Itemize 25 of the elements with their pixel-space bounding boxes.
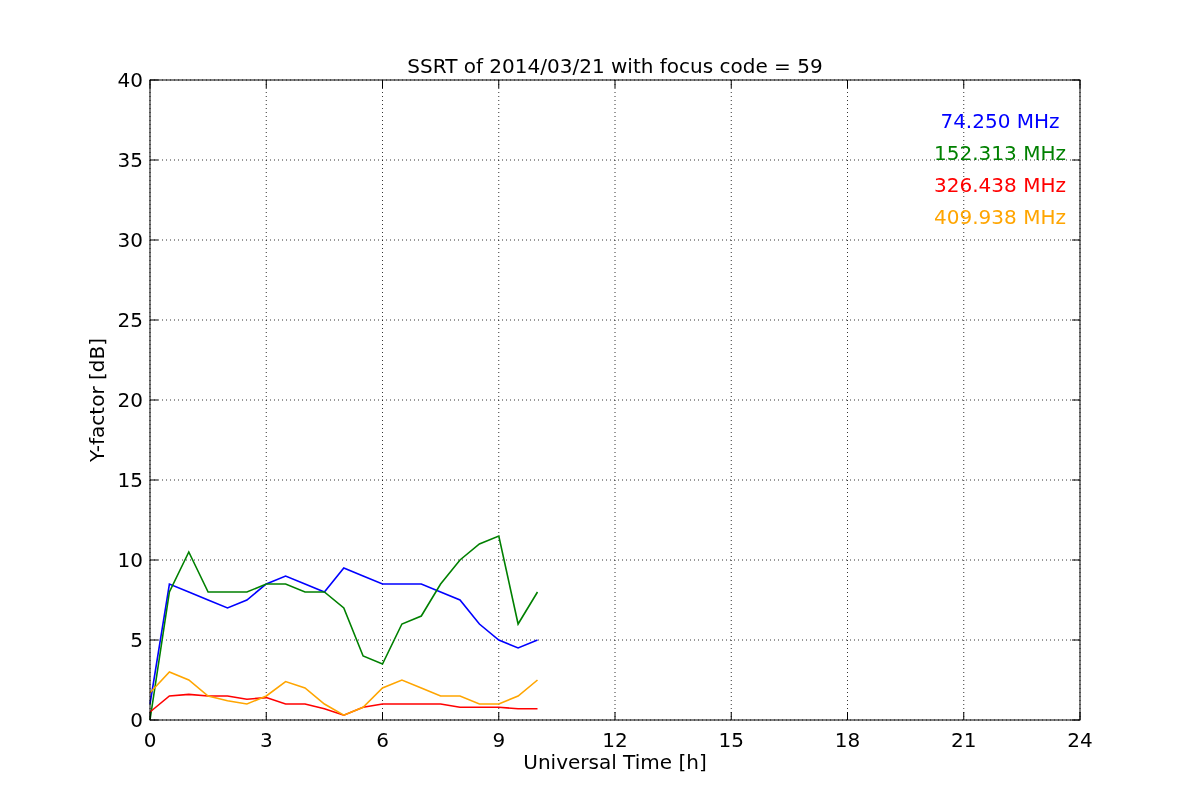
tick-label: 10 <box>117 548 143 572</box>
tick-label: 15 <box>117 468 143 492</box>
tick-label: 40 <box>117 68 143 92</box>
tick-label: 20 <box>117 388 143 412</box>
legend-label: 74.250 MHz <box>940 109 1060 133</box>
tick-label: 12 <box>602 728 628 752</box>
tick-label: 15 <box>718 728 744 752</box>
axis-label: Universal Time [h] <box>523 750 707 774</box>
tick-label: 24 <box>1067 728 1093 752</box>
legend-label: 326.438 MHz <box>934 173 1066 197</box>
tick-label: 25 <box>117 308 143 332</box>
tick-label: 5 <box>130 628 143 652</box>
tick-label: 30 <box>117 228 143 252</box>
tick-label: 18 <box>834 728 861 752</box>
legend-label: 409.938 MHz <box>934 205 1066 229</box>
tick-label: 0 <box>143 728 157 752</box>
tick-label: 6 <box>376 728 389 752</box>
chart-title: SSRT of 2014/03/21 with focus code = 59 <box>407 54 823 78</box>
tick-label: 35 <box>117 148 143 172</box>
tick-label: 9 <box>492 728 506 752</box>
tick-label: 21 <box>951 728 977 752</box>
axis-label: Y-factor [dB] <box>85 338 109 462</box>
tick-label: 0 <box>130 708 143 732</box>
legend-label: 152.313 MHz <box>934 141 1066 165</box>
tick-label: 3 <box>259 728 273 752</box>
